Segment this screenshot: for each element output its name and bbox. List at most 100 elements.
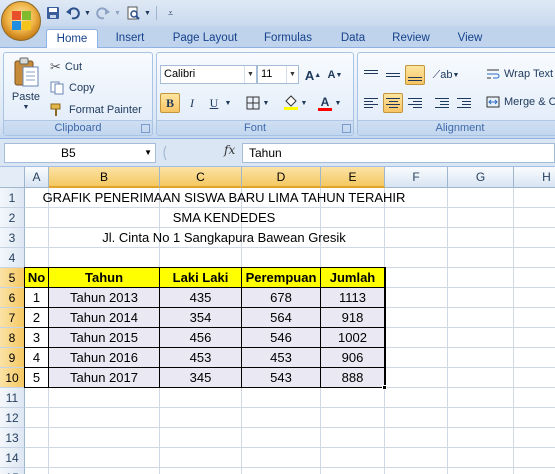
font-name-box[interactable]: Calibri ▼ bbox=[160, 65, 257, 84]
tab-page-layout[interactable]: Page Layout bbox=[168, 29, 242, 48]
table-header-cell[interactable]: Tahun bbox=[48, 267, 160, 288]
row-header-8[interactable]: 8 bbox=[0, 328, 25, 348]
insert-function-button[interactable]: fx bbox=[224, 143, 235, 157]
shrink-font-button[interactable]: A ▼ bbox=[325, 65, 345, 85]
table-data-cell[interactable]: Tahun 2016 bbox=[48, 347, 160, 368]
italic-button[interactable]: I bbox=[182, 93, 202, 113]
table-header-cell[interactable]: Perempuan bbox=[241, 267, 321, 288]
tab-data[interactable]: Data bbox=[336, 29, 370, 48]
align-right-button[interactable] bbox=[405, 93, 425, 113]
font-color-button[interactable]: A bbox=[315, 93, 335, 113]
name-box-dropdown-icon[interactable]: ▼ bbox=[144, 144, 152, 162]
table-data-cell[interactable]: 453 bbox=[241, 347, 321, 368]
table-data-cell[interactable]: 543 bbox=[241, 367, 321, 388]
column-header-c[interactable]: C bbox=[160, 167, 242, 188]
table-data-cell[interactable]: 906 bbox=[320, 347, 385, 368]
row-header-10[interactable]: 10 bbox=[0, 368, 25, 388]
row-header-5[interactable]: 5 bbox=[0, 268, 25, 288]
row-header-3[interactable]: 3 bbox=[0, 228, 25, 248]
print-dropdown-icon[interactable]: ▼ bbox=[144, 5, 151, 22]
redo-dropdown-icon[interactable]: ▼ bbox=[114, 5, 121, 22]
merge-center-button[interactable]: Merge & C bbox=[486, 95, 555, 109]
row-header-4[interactable]: 4 bbox=[0, 248, 25, 268]
row-header-12[interactable]: 12 bbox=[0, 408, 25, 428]
row-header-9[interactable]: 9 bbox=[0, 348, 25, 368]
table-data-cell[interactable]: Tahun 2013 bbox=[48, 287, 160, 308]
redo-icon[interactable] bbox=[94, 5, 111, 22]
tab-view[interactable]: View bbox=[452, 29, 488, 48]
name-box[interactable]: B5 ▼ bbox=[4, 143, 156, 163]
bold-button[interactable]: B bbox=[160, 93, 180, 113]
table-data-cell[interactable]: 345 bbox=[159, 367, 242, 388]
formula-input[interactable]: Tahun bbox=[242, 143, 555, 163]
row-header-2[interactable]: 2 bbox=[0, 208, 25, 228]
middle-align-button[interactable] bbox=[383, 65, 403, 85]
print-preview-icon[interactable] bbox=[124, 5, 141, 22]
spreadsheet-grid[interactable]: ABCDEFGH123456789101112131415GRAFIK PENE… bbox=[0, 167, 555, 474]
column-header-e[interactable]: E bbox=[321, 167, 385, 188]
orientation-button[interactable]: ⟋ab ▼ bbox=[432, 65, 460, 85]
table-data-cell[interactable]: 453 bbox=[159, 347, 242, 368]
row-header-7[interactable]: 7 bbox=[0, 308, 25, 328]
align-left-button[interactable] bbox=[361, 93, 381, 113]
cut-button[interactable]: ✂ Cut bbox=[50, 59, 82, 75]
grow-font-button[interactable]: A ▲ bbox=[303, 65, 323, 85]
clipboard-dialog-launcher-icon[interactable] bbox=[141, 124, 150, 133]
table-header-cell[interactable]: Laki Laki bbox=[159, 267, 242, 288]
table-data-cell[interactable]: 3 bbox=[24, 327, 49, 348]
format-painter-button[interactable]: Format Painter bbox=[50, 103, 142, 117]
table-data-cell[interactable]: 4 bbox=[24, 347, 49, 368]
office-button[interactable] bbox=[1, 1, 41, 41]
borders-button[interactable] bbox=[243, 93, 263, 113]
table-data-cell[interactable]: Tahun 2014 bbox=[48, 307, 160, 328]
row-header-11[interactable]: 11 bbox=[0, 388, 25, 408]
column-header-f[interactable]: F bbox=[385, 167, 448, 188]
wrap-text-button[interactable]: Wrap Text bbox=[486, 67, 553, 81]
row-header-6[interactable]: 6 bbox=[0, 288, 25, 308]
undo-icon[interactable] bbox=[64, 5, 81, 22]
table-data-cell[interactable]: 5 bbox=[24, 367, 49, 388]
align-center-button[interactable] bbox=[383, 93, 403, 113]
sheet-title-line[interactable]: Jl. Cinta No 1 Sangkapura Bawean Gresik bbox=[25, 228, 423, 248]
table-data-cell[interactable]: Tahun 2015 bbox=[48, 327, 160, 348]
row-header-15[interactable]: 15 bbox=[0, 468, 25, 474]
column-header-b[interactable]: B bbox=[49, 167, 160, 188]
font-dialog-launcher-icon[interactable] bbox=[342, 124, 351, 133]
save-icon[interactable] bbox=[44, 5, 61, 22]
tab-formulas[interactable]: Formulas bbox=[258, 29, 318, 48]
underline-button[interactable]: U bbox=[204, 93, 224, 113]
decrease-indent-button[interactable] bbox=[432, 93, 452, 113]
fill-handle[interactable] bbox=[382, 385, 387, 390]
font-name-dropdown-icon[interactable]: ▼ bbox=[244, 66, 256, 83]
sheet-title-line[interactable]: GRAFIK PENERIMAAN SISWA BARU LIMA TAHUN … bbox=[25, 188, 423, 208]
borders-dropdown-icon[interactable]: ▼ bbox=[261, 93, 271, 113]
table-data-cell[interactable]: 564 bbox=[241, 307, 321, 328]
copy-button[interactable]: Copy bbox=[50, 81, 95, 95]
table-data-cell[interactable]: Tahun 2017 bbox=[48, 367, 160, 388]
increase-indent-button[interactable] bbox=[454, 93, 474, 113]
top-align-button[interactable] bbox=[361, 65, 381, 85]
customize-icon[interactable]: ⩡ bbox=[162, 5, 179, 22]
paste-button[interactable]: Paste ▼ bbox=[8, 57, 44, 117]
table-data-cell[interactable]: 456 bbox=[159, 327, 242, 348]
table-data-cell[interactable]: 1113 bbox=[320, 287, 385, 308]
bottom-align-button[interactable] bbox=[405, 65, 425, 85]
row-header-14[interactable]: 14 bbox=[0, 448, 25, 468]
undo-dropdown-icon[interactable]: ▼ bbox=[84, 5, 91, 22]
select-all-corner[interactable] bbox=[0, 167, 25, 188]
column-header-g[interactable]: G bbox=[448, 167, 514, 188]
tab-home[interactable]: Home bbox=[46, 29, 98, 49]
table-data-cell[interactable]: 354 bbox=[159, 307, 242, 328]
sheet-title-line[interactable]: SMA KENDEDES bbox=[25, 208, 423, 228]
fill-color-button[interactable] bbox=[281, 93, 301, 113]
table-data-cell[interactable]: 1 bbox=[24, 287, 49, 308]
table-header-cell[interactable]: Jumlah bbox=[320, 267, 385, 288]
font-size-box[interactable]: 11 ▼ bbox=[257, 65, 299, 84]
table-data-cell[interactable]: 678 bbox=[241, 287, 321, 308]
table-data-cell[interactable]: 1002 bbox=[320, 327, 385, 348]
table-data-cell[interactable]: 2 bbox=[24, 307, 49, 328]
table-data-cell[interactable]: 888 bbox=[320, 367, 385, 388]
row-header-1[interactable]: 1 bbox=[0, 188, 25, 208]
table-data-cell[interactable]: 435 bbox=[159, 287, 242, 308]
row-header-13[interactable]: 13 bbox=[0, 428, 25, 448]
